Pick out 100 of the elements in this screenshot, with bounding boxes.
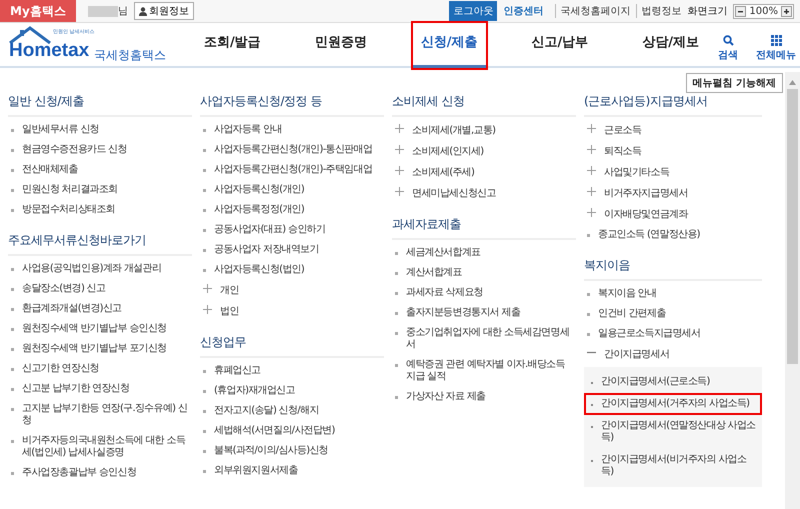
plus-icon [587, 208, 596, 217]
nav-tab[interactable]: 신고/납부 [524, 23, 596, 68]
cert-center-link[interactable]: 인증센터 [503, 4, 544, 18]
bullet-icon [203, 450, 206, 453]
zoom-label: 화면크기 [687, 5, 728, 18]
plus-icon [395, 166, 404, 175]
bullet-icon [203, 390, 206, 393]
menu-link[interactable]: 법인 [220, 306, 239, 318]
bullet-icon [395, 396, 398, 399]
plus-icon [395, 124, 404, 133]
menu-link[interactable]: 종교인소득 (연말정산용) [598, 229, 700, 241]
menu-link[interactable]: 소비제세(인지세) [412, 146, 484, 158]
plus-icon [587, 124, 596, 133]
menu-link[interactable]: 사업자등록 안내 [214, 124, 282, 136]
menu-link[interactable]: 소비제세(주세) [412, 167, 474, 179]
submenu-link[interactable]: 간이지급명세서(비거주자의 사업소득) [601, 454, 758, 478]
my-hometax-label[interactable]: My홈택스 [0, 0, 76, 22]
menu-link[interactable]: 중소기업취업자에 대한 소득세감면명세서 [406, 327, 576, 351]
top-link[interactable]: 국세청홈페이지 [555, 4, 630, 18]
nav-tab[interactable]: 상담/제보 [634, 23, 707, 68]
bullet-icon [11, 288, 14, 291]
menu-link[interactable]: 사업용(공익법인용)계좌 개설관리 [22, 263, 162, 275]
menu-link[interactable]: 사업자등록간편신청(개인)-통신판매업 [214, 144, 372, 156]
nav-tab[interactable]: 민원증명 [306, 23, 375, 68]
menu-link[interactable]: 민원신청 처리결과조회 [22, 184, 118, 196]
search-button[interactable]: 검색 [718, 35, 738, 62]
menu-link[interactable]: 방문접수처리상태조회 [22, 204, 116, 216]
zoom-in-button[interactable] [781, 6, 792, 16]
bullet-icon [11, 440, 14, 443]
menu-link[interactable]: 사업자등록간편신청(개인)-주택임대업 [214, 164, 372, 176]
menu-link[interactable]: 사업자등록신청(법인) [214, 264, 304, 276]
menu-toggle-button[interactable]: 메뉴펼침 기능해제 [686, 73, 783, 93]
menu-link[interactable]: 비거주자등의국내원천소득에 대한 소득세(법인세) 납세사실증명 [22, 435, 192, 459]
menu-link[interactable]: 가상자산 자료 제출 [406, 391, 486, 403]
bullet-icon [203, 410, 206, 413]
blurred-username [88, 6, 118, 16]
menu-link[interactable]: 사업자등록신청(개인) [214, 184, 304, 196]
menu-link[interactable]: 출자지분등변경통지서 제출 [406, 307, 520, 319]
zoom-out-button[interactable] [735, 6, 746, 16]
menu-link[interactable]: 근로소득 [604, 125, 642, 137]
menu-link[interactable]: 일반세무서류 신청 [22, 124, 99, 136]
bullet-icon [11, 408, 14, 411]
menu-link[interactable]: 퇴직소득 [604, 146, 642, 158]
bullet-icon [11, 388, 14, 391]
menu-link[interactable]: 전산매체제출 [22, 164, 78, 176]
menu-link[interactable]: 과세자료 삭제요청 [406, 287, 483, 299]
menu-link[interactable]: 불복(과적/이의/심사등)신청 [214, 445, 328, 457]
top-link[interactable]: 법령정보 [636, 4, 682, 18]
nav-tab[interactable]: 신청/제출 [412, 23, 486, 68]
menu-link[interactable]: 주사업장총괄납부 승인신청 [22, 467, 136, 479]
menu-link[interactable]: 비거주자지급명세서 [604, 188, 688, 200]
menu-link[interactable]: 송달장소(변경) 신고 [22, 283, 106, 295]
menu-link[interactable]: 세금계산서합계표 [406, 247, 480, 259]
logo-name: 국세청홈택스 [94, 47, 166, 64]
all-menu-button[interactable]: 전체메뉴 [756, 35, 796, 62]
bullet-icon [203, 470, 206, 473]
menu-link[interactable]: 신고분 납부기한 연장신청 [22, 383, 130, 395]
menu-link[interactable]: 고지분 납부기한등 연장(구.징수유예) 신청 [22, 403, 192, 427]
submenu-link[interactable]: 간이지급명세서(근로소득) [601, 376, 710, 388]
bullet-icon [203, 209, 206, 212]
section-title: 과세자료제출 [392, 212, 576, 240]
menu-link[interactable]: 개인 [220, 285, 239, 297]
menu-link[interactable]: 공동사업자 저장내역보기 [214, 244, 319, 256]
logout-button[interactable]: 로그아웃 [449, 1, 498, 21]
menu-link[interactable]: 전자고지(송달) 신청/해지 [214, 405, 319, 417]
menu-link[interactable]: 계산서합계표 [406, 267, 462, 279]
bullet-icon [395, 312, 398, 315]
menu-link[interactable]: 사업자등록정정(개인) [214, 204, 304, 216]
submenu-link[interactable]: 간이지급명세서(연말정산대상 사업소득) [601, 420, 758, 444]
menu-link[interactable]: 복지이음 안내 [598, 288, 656, 300]
user-suffix: 님 [118, 5, 128, 18]
menu-link[interactable]: 예탁증권 관련 예탁자별 이자.배당소득 지급 실적 [406, 359, 576, 383]
menu-link[interactable]: 이자배당및연금계좌 [604, 209, 688, 221]
menu-link[interactable]: 휴폐업신고 [214, 365, 261, 377]
menu-link[interactable]: 신고기한 연장신청 [22, 363, 99, 375]
section-title: 사업자등록신청/정정 등 [200, 89, 384, 117]
menu-link[interactable]: 세법해석(서면질의/사전답변) [214, 425, 335, 437]
menu-link[interactable]: 사업및기타소득 [604, 167, 670, 179]
menu-link[interactable]: 소비제세(개별,교통) [412, 125, 496, 137]
menu-link[interactable]: 일용근로소득지급명세서 [598, 328, 700, 340]
bullet-icon [587, 313, 590, 316]
bullet-icon [203, 249, 206, 252]
bullet-icon [395, 272, 398, 275]
menu-link[interactable]: 면세미납세신청신고 [412, 188, 496, 200]
menu-link[interactable]: (휴업자)재개업신고 [214, 385, 295, 397]
member-info-button[interactable]: 회원정보 [134, 2, 194, 20]
menu-link[interactable]: 원천징수세액 반기별납부 승인신청 [22, 323, 166, 335]
menu-link[interactable]: 원천징수세액 반기별납부 포기신청 [22, 343, 166, 355]
bullet-icon [587, 333, 590, 336]
menu-link[interactable]: 간이지급명세서 [604, 349, 670, 361]
menu-link[interactable]: 인건비 간편제출 [598, 308, 666, 320]
bullet-icon [11, 169, 14, 172]
menu-link[interactable]: 현금영수증전용카드 신청 [22, 144, 127, 156]
menu-link[interactable]: 외부위원지원서제출 [214, 465, 298, 477]
nav-tab[interactable]: 조회/발급 [196, 23, 269, 68]
menu-link[interactable]: 환급계좌개설(변경)신고 [22, 303, 122, 315]
scrollbar[interactable] [785, 72, 800, 509]
scrollbar-thumb[interactable] [787, 89, 798, 364]
section-title: 소비제세 신청 [392, 89, 576, 117]
menu-link[interactable]: 공동사업자(대표) 승인하기 [214, 224, 326, 236]
